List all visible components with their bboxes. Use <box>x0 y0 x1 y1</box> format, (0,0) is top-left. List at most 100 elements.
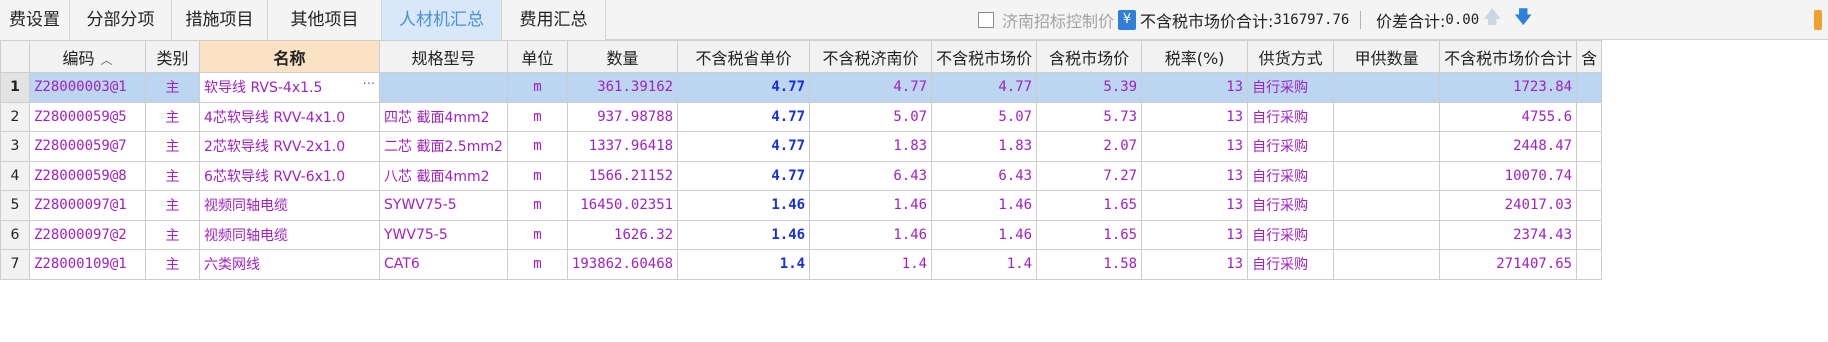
yen-icon[interactable]: ¥ <box>1118 10 1137 30</box>
tax-rate-cell[interactable]: 13 <box>1141 219 1249 250</box>
tax-market-price-cell[interactable]: 2.07 <box>1036 131 1143 162</box>
table-row[interactable]: 3 Z28000059@7 主 2芯软导线 RVV-2x1.0 二芯 截面2.5… <box>0 131 1603 162</box>
supply-method-cell[interactable]: 自行采购 <box>1247 219 1335 250</box>
tax-rate-cell[interactable]: 13 <box>1141 131 1249 162</box>
column-header-supply-method[interactable]: 供货方式 <box>1247 40 1335 73</box>
code-cell[interactable]: Z28000003@1 <box>29 72 146 103</box>
tax-market-price-cell[interactable]: 1.65 <box>1036 190 1143 221</box>
name-cell[interactable]: 六类网线 <box>199 249 380 280</box>
jinan-price-cell[interactable]: 5.07 <box>809 101 933 132</box>
province-price-cell[interactable]: 4.77 <box>677 72 811 103</box>
column-header-jinan-price[interactable]: 不含税济南价 <box>809 40 933 73</box>
market-total-cell[interactable]: 10070.74 <box>1439 160 1578 191</box>
supply-method-cell[interactable]: 自行采购 <box>1247 160 1335 191</box>
category-cell[interactable]: 主 <box>145 190 200 221</box>
unit-cell[interactable]: m <box>506 101 568 132</box>
category-cell[interactable]: 主 <box>145 131 200 162</box>
row-number[interactable]: 5 <box>0 190 30 221</box>
province-price-cell[interactable]: 1.46 <box>677 219 811 250</box>
column-header-category[interactable]: 类别 <box>145 40 200 73</box>
market-price-cell[interactable]: 1.4 <box>931 249 1038 280</box>
table-row[interactable]: 2 Z28000059@5 主 4芯软导线 RVV-4x1.0 四芯 截面4mm… <box>0 101 1603 132</box>
category-cell[interactable]: 主 <box>145 72 200 103</box>
unit-cell[interactable]: m <box>506 72 568 103</box>
name-cell[interactable]: 视频同轴电缆 <box>199 190 380 221</box>
name-cell[interactable]: 2芯软导线 RVV-2x1.0 <box>199 131 380 162</box>
province-price-cell[interactable]: 4.77 <box>677 131 811 162</box>
table-row[interactable]: 7 Z28000109@1 主 六类网线 CAT6 m 193862.60468… <box>0 249 1603 280</box>
category-cell[interactable]: 主 <box>145 101 200 132</box>
column-header-unit[interactable]: 单位 <box>506 40 568 73</box>
quantity-cell[interactable]: 1566.21152 <box>566 160 679 191</box>
tax-rate-cell[interactable]: 13 <box>1141 160 1249 191</box>
tax-rate-cell[interactable]: 13 <box>1141 190 1249 221</box>
name-cell[interactable]: 4芯软导线 RVV-4x1.0 <box>199 101 380 132</box>
owner-supply-qty-cell[interactable] <box>1333 72 1441 103</box>
spec-cell[interactable]: YWV75-5 <box>379 219 508 250</box>
quantity-cell[interactable]: 937.98788 <box>566 101 679 132</box>
market-total-cell[interactable]: 24017.03 <box>1439 190 1578 221</box>
column-header-code[interactable]: 编码 ︿ <box>29 40 146 73</box>
quantity-cell[interactable]: 193862.60468 <box>566 249 679 280</box>
market-total-cell[interactable]: 4755.6 <box>1439 101 1578 132</box>
tab-labor-material-summary[interactable]: 人材机汇总 <box>382 0 502 40</box>
row-number[interactable]: 1 <box>0 72 30 103</box>
bid-control-checkbox[interactable] <box>978 12 994 28</box>
owner-supply-qty-cell[interactable] <box>1333 219 1441 250</box>
spec-cell[interactable]: 八芯 截面4mm2 <box>379 160 508 191</box>
market-price-cell[interactable]: 1.46 <box>931 190 1038 221</box>
row-number[interactable]: 6 <box>0 219 30 250</box>
market-total-cell[interactable]: 271407.65 <box>1439 249 1578 280</box>
spec-cell[interactable] <box>379 72 508 103</box>
province-price-cell[interactable]: 1.4 <box>677 249 811 280</box>
supply-method-cell[interactable]: 自行采购 <box>1247 249 1335 280</box>
market-total-cell[interactable]: 1723.84 <box>1439 72 1578 103</box>
owner-supply-qty-cell[interactable] <box>1333 190 1441 221</box>
tax-rate-cell[interactable]: 13 <box>1141 249 1249 280</box>
row-number[interactable]: 2 <box>0 101 30 132</box>
table-row[interactable]: 6 Z28000097@2 主 视频同轴电缆 YWV75-5 m 1626.32… <box>0 219 1603 250</box>
market-price-cell[interactable]: 1.46 <box>931 219 1038 250</box>
row-number[interactable]: 3 <box>0 131 30 162</box>
market-price-cell[interactable]: 1.83 <box>931 131 1038 162</box>
name-cell[interactable]: 6芯软导线 RVV-6x1.0 <box>199 160 380 191</box>
row-number[interactable]: 4 <box>0 160 30 191</box>
owner-supply-qty-cell[interactable] <box>1333 160 1441 191</box>
tax-market-price-cell[interactable]: 7.27 <box>1036 160 1143 191</box>
table-row[interactable]: 4 Z28000059@8 主 6芯软导线 RVV-6x1.0 八芯 截面4mm… <box>0 160 1603 191</box>
row-number[interactable]: 7 <box>0 249 30 280</box>
code-cell[interactable]: Z28000109@1 <box>29 249 146 280</box>
name-cell-editing[interactable]: 软导线 RVS-4x1.5 ··· <box>199 72 380 103</box>
province-price-cell[interactable]: 1.46 <box>677 190 811 221</box>
supply-method-cell[interactable]: 自行采购 <box>1247 131 1335 162</box>
column-header-truncated[interactable]: 含 <box>1576 40 1603 73</box>
jinan-price-cell[interactable]: 1.83 <box>809 131 933 162</box>
market-total-cell[interactable]: 2374.43 <box>1439 219 1578 250</box>
tax-rate-cell[interactable]: 13 <box>1141 72 1249 103</box>
market-total-cell[interactable]: 2448.47 <box>1439 131 1578 162</box>
jinan-price-cell[interactable]: 6.43 <box>809 160 933 191</box>
tax-market-price-cell[interactable]: 5.39 <box>1036 72 1143 103</box>
tab-cost-summary[interactable]: 费用汇总 <box>502 0 606 40</box>
table-row[interactable]: 5 Z28000097@1 主 视频同轴电缆 SYWV75-5 m 16450.… <box>0 190 1603 221</box>
market-price-cell[interactable]: 4.77 <box>931 72 1038 103</box>
bid-control-checkbox-group[interactable]: 济南招标控制价 ¥ <box>978 0 1137 40</box>
tab-measures[interactable]: 措施项目 <box>172 0 268 40</box>
category-cell[interactable]: 主 <box>145 249 200 280</box>
column-header-market-price[interactable]: 不含税市场价 <box>931 40 1038 73</box>
quantity-cell[interactable]: 16450.02351 <box>566 190 679 221</box>
province-price-cell[interactable]: 4.77 <box>677 101 811 132</box>
jinan-price-cell[interactable]: 1.46 <box>809 219 933 250</box>
move-up-button[interactable]: 🡅 <box>1483 0 1502 40</box>
code-cell[interactable]: Z28000059@7 <box>29 131 146 162</box>
column-header-spec[interactable]: 规格型号 <box>379 40 508 73</box>
tab-other-items[interactable]: 其他项目 <box>268 0 382 40</box>
code-cell[interactable]: Z28000097@2 <box>29 219 146 250</box>
supply-method-cell[interactable]: 自行采购 <box>1247 101 1335 132</box>
unit-cell[interactable]: m <box>506 219 568 250</box>
category-cell[interactable]: 主 <box>145 219 200 250</box>
market-price-cell[interactable]: 5.07 <box>931 101 1038 132</box>
jinan-price-cell[interactable]: 1.4 <box>809 249 933 280</box>
more-options-icon[interactable]: ··· <box>363 77 375 92</box>
toolbar-edge-icon[interactable] <box>1814 0 1822 40</box>
